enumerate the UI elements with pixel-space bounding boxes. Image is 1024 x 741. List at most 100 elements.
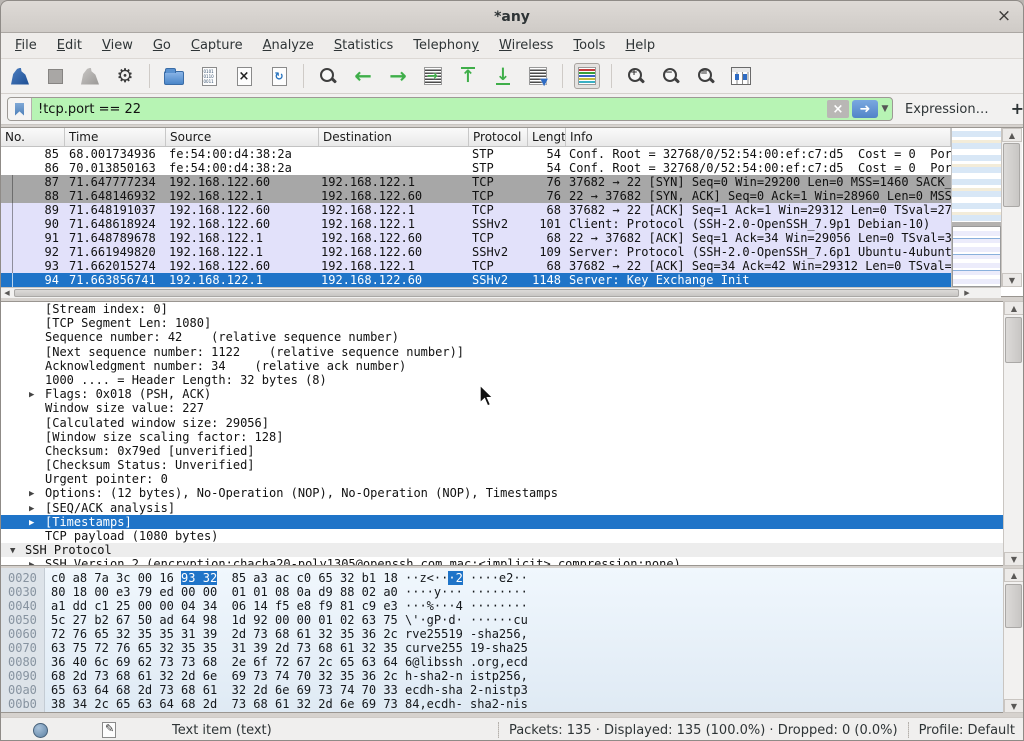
filter-bookmark-button[interactable] [8,98,32,120]
hex-row-0050[interactable]: 00505c 27 b2 67 50 ad 64 98 1d 92 00 00 … [1,613,1024,627]
detail-row[interactable]: ▶[Timestamps] [1,515,1003,529]
packet-list-header[interactable]: No.TimeSourceDestinationProtocolLengthIn… [1,128,951,147]
reload-file-icon[interactable]: ↻ [266,63,292,89]
menu-edit[interactable]: Edit [47,35,92,56]
hex-ascii[interactable]: ecdh-sha 2-nistp3 [405,683,528,697]
hex-bytes[interactable]: 80 18 00 e3 79 ed 00 00 01 01 08 0a d9 8… [51,585,398,599]
expanded-arrow-icon[interactable]: ▼ [10,544,15,557]
go-to-packet-icon[interactable]: → [420,63,446,89]
detail-row[interactable]: [TCP Segment Len: 1080] [1,316,1003,330]
capture-comment-icon[interactable] [102,722,116,738]
detail-row[interactable]: 1000 .... = Header Length: 32 bytes (8) [1,373,1003,387]
packet-row-94[interactable]: 9471.663856741192.168.122.1192.168.122.6… [1,273,951,287]
collapsed-arrow-icon[interactable]: ▶ [29,516,34,529]
collapsed-arrow-icon[interactable]: ▶ [29,388,34,401]
packet-row-87[interactable]: 8771.647777234192.168.122.60192.168.122.… [1,175,951,189]
expression-button[interactable]: Expression… [893,98,1001,121]
display-filter-input[interactable]: !tcp.port == 22 [32,98,827,120]
menu-file[interactable]: File [5,35,47,56]
zoom-original-icon[interactable]: = [693,63,719,89]
profile-label[interactable]: Profile: Default [919,723,1015,738]
hex-ascii[interactable]: rve25519 -sha256, [405,627,528,641]
packet-row-86[interactable]: 8670.013850163fe:54:00:d4:38:2aSTP54Conf… [1,161,951,175]
scroll-up-arrow-icon[interactable]: ▲ [1002,128,1022,142]
minimap-view-window[interactable] [952,226,1001,287]
expert-info-icon[interactable] [33,723,48,738]
column-header-no[interactable]: No. [1,128,65,146]
packet-row-92[interactable]: 9271.661949820192.168.122.1192.168.122.6… [1,245,951,259]
detail-row[interactable]: [Stream index: 0] [1,302,1003,316]
collapsed-arrow-icon[interactable]: ▶ [29,558,34,566]
menu-analyze[interactable]: Analyze [253,35,324,56]
details-vscroll-thumb[interactable] [1005,317,1022,363]
hex-bytes[interactable]: 5c 27 b2 67 50 ad 64 98 1d 92 00 00 01 0… [51,613,398,627]
detail-row[interactable]: TCP payload (1080 bytes) [1,529,1003,543]
menu-wireless[interactable]: Wireless [489,35,563,56]
detail-row[interactable]: Checksum: 0x79ed [unverified] [1,444,1003,458]
hex-ascii[interactable]: ···%···4 ········ [405,599,528,613]
detail-row[interactable]: ▶SSH Version 2 (encryption:chacha20-poly… [1,557,1003,566]
detail-row[interactable]: [Calculated window size: 29056] [1,416,1003,430]
hex-ascii[interactable]: 84,ecdh- sha2-nis [405,697,528,711]
menu-telephony[interactable]: Telephony [403,35,489,56]
scroll-up-arrow-icon[interactable]: ▲ [1004,301,1024,315]
detail-row[interactable]: ▶Options: (12 bytes), No-Operation (NOP)… [1,486,1003,500]
titlebar[interactable]: *any × [1,1,1023,33]
column-header-source[interactable]: Source [166,128,319,146]
stop-capture-icon[interactable] [42,63,68,89]
packet-row-91[interactable]: 9171.648789678192.168.122.1192.168.122.6… [1,231,951,245]
hex-ascii[interactable]: curve255 19-sha25 [405,641,528,655]
packet-list-hscrollbar[interactable]: ◀ ▶ [1,287,1001,298]
scroll-down-arrow-icon[interactable]: ▼ [1004,552,1024,566]
scroll-left-arrow-icon[interactable]: ◀ [1,288,13,298]
hex-bytes[interactable]: c0 a8 7a 3c 00 16 93 32 85 a3 ac c0 65 3… [51,571,398,585]
packet-row-93[interactable]: 9371.662015274192.168.122.60192.168.122.… [1,259,951,273]
auto-scroll-icon[interactable]: ▼ [525,63,551,89]
scroll-down-arrow-icon[interactable]: ▼ [1004,699,1024,713]
scroll-up-arrow-icon[interactable]: ▲ [1004,568,1024,582]
menu-tools[interactable]: Tools [563,35,615,56]
hex-ascii[interactable]: 6@libssh .org,ecd [405,655,528,669]
hex-row-0040[interactable]: 0040a1 dd c1 25 00 00 04 34 06 14 f5 e8 … [1,599,1024,613]
hex-bytes[interactable]: a1 dd c1 25 00 00 04 34 06 14 f5 e8 f9 8… [51,599,398,613]
column-header-time[interactable]: Time [65,128,166,146]
hex-bytes[interactable]: 72 76 65 32 35 35 31 39 2d 73 68 61 32 3… [51,627,398,641]
hex-row-0060[interactable]: 006072 76 65 32 35 35 31 39 2d 73 68 61 … [1,627,1024,641]
add-filter-button[interactable]: + [1001,97,1024,122]
scroll-down-arrow-icon[interactable]: ▼ [1002,273,1022,287]
detail-row[interactable]: [Next sequence number: 1122 (relative se… [1,345,1003,359]
colorize-packets-icon[interactable] [574,63,600,89]
restart-capture-icon[interactable] [77,63,103,89]
collapsed-arrow-icon[interactable]: ▶ [29,487,34,500]
hex-bytes[interactable]: 36 40 6c 69 62 73 73 68 2e 6f 72 67 2c 6… [51,655,398,669]
column-header-protocol[interactable]: Protocol [469,128,528,146]
column-header-info[interactable]: Info [566,128,951,146]
hex-row-0070[interactable]: 007063 75 72 76 65 32 35 35 31 39 2d 73 … [1,641,1024,655]
collapsed-arrow-icon[interactable]: ▶ [29,502,34,515]
hex-bytes[interactable]: 68 2d 73 68 61 32 2d 6e 69 73 74 70 32 3… [51,669,398,683]
packet-list-hscroll-thumb[interactable] [14,289,959,297]
scroll-right-arrow-icon[interactable]: ▶ [961,288,973,298]
packet-row-89[interactable]: 8971.648191037192.168.122.60192.168.122.… [1,203,951,217]
capture-options-icon[interactable]: ⚙ [112,63,138,89]
detail-row[interactable]: Acknowledgment number: 34 (relative ack … [1,359,1003,373]
hex-row-0030[interactable]: 003080 18 00 e3 79 ed 00 00 01 01 08 0a … [1,585,1024,599]
resize-columns-icon[interactable] [728,63,754,89]
packet-list-vscroll-thumb[interactable] [1003,143,1020,207]
zoom-out-icon[interactable]: − [658,63,684,89]
menu-capture[interactable]: Capture [181,35,253,56]
close-icon[interactable]: × [995,8,1013,26]
filter-history-dropdown[interactable]: ▼ [878,100,892,118]
detail-row[interactable]: [Checksum Status: Unverified] [1,458,1003,472]
detail-row[interactable]: Window size value: 227 [1,401,1003,415]
hex-vscroll-thumb[interactable] [1005,584,1022,628]
hex-row-0080[interactable]: 008036 40 6c 69 62 73 73 68 2e 6f 72 67 … [1,655,1024,669]
hex-bytes[interactable]: 38 34 2c 65 63 64 68 2d 73 68 61 32 2d 6… [51,697,398,711]
column-header-destination[interactable]: Destination [319,128,469,146]
intelligent-scrollbar-minimap[interactable] [951,128,1001,287]
hex-row-0090[interactable]: 009068 2d 73 68 61 32 2d 6e 69 73 74 70 … [1,669,1024,683]
hex-ascii[interactable]: ····y··· ········ [405,585,528,599]
packet-row-90[interactable]: 9071.648618924192.168.122.60192.168.122.… [1,217,951,231]
filter-clear-button[interactable]: × [827,100,849,118]
open-file-icon[interactable] [161,63,187,89]
